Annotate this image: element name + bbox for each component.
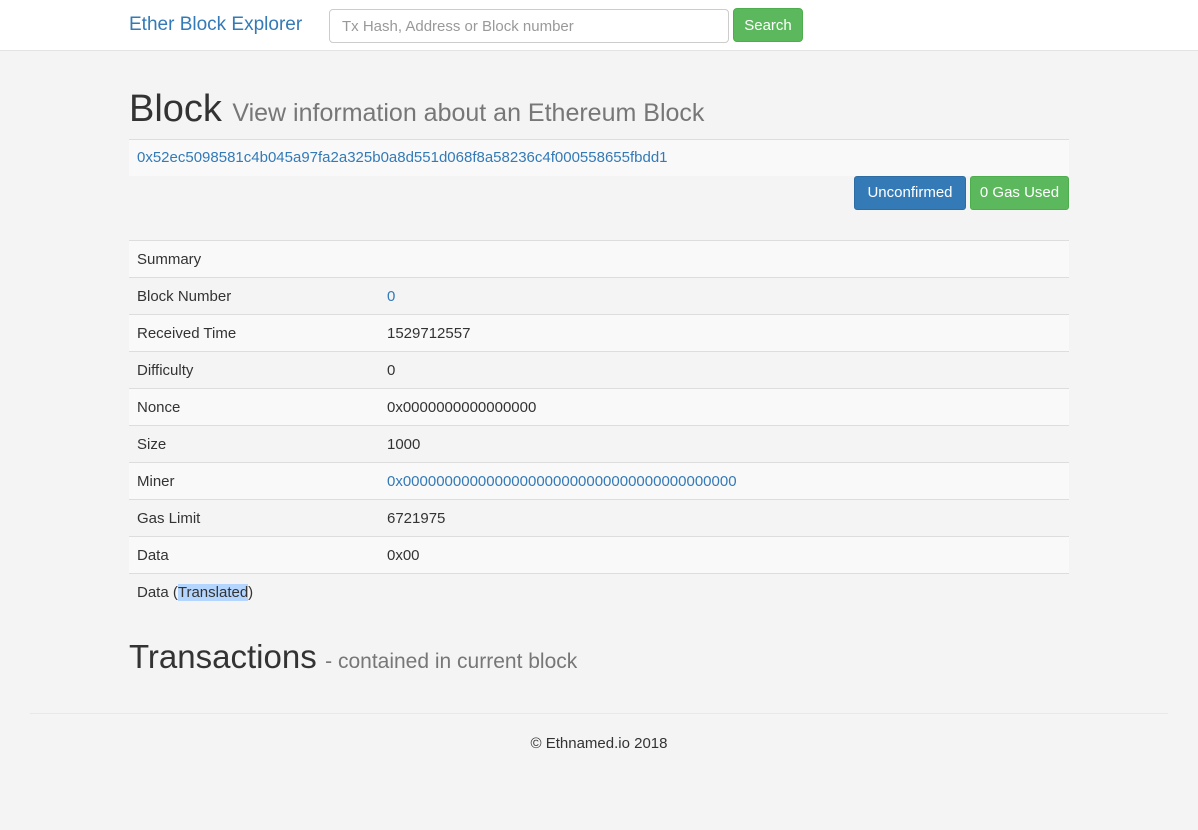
block-hash-link[interactable]: 0x52ec5098581c4b045a97fa2a325b0a8d551d06… bbox=[137, 149, 668, 166]
table-row: Nonce 0x0000000000000000 bbox=[129, 388, 1069, 426]
table-row: Gas Limit 6721975 bbox=[129, 499, 1069, 537]
data-translated-prefix: Data ( bbox=[137, 583, 178, 601]
footer-copyright: © Ethnamed.io 2018 bbox=[530, 735, 668, 752]
page-title: Block bbox=[129, 88, 222, 130]
page-subtitle: View information about an Ethereum Block bbox=[232, 99, 705, 127]
block-number-link[interactable]: 0 bbox=[387, 288, 395, 305]
row-label: Size bbox=[129, 425, 379, 463]
row-label: Nonce bbox=[129, 388, 379, 426]
summary-heading: Summary bbox=[129, 240, 1069, 278]
top-navbar: Ether Block Explorer Search bbox=[0, 0, 1198, 51]
table-row: Miner 0x00000000000000000000000000000000… bbox=[129, 462, 1069, 500]
difficulty-value: 0 bbox=[379, 351, 1069, 389]
data-translated-suffix: ) bbox=[248, 583, 254, 601]
row-label: Difficulty bbox=[129, 351, 379, 389]
table-row: Data 0x00 bbox=[129, 536, 1069, 574]
selected-text-translated[interactable]: Translated bbox=[177, 583, 249, 601]
block-info-table: Summary Block Number 0 Received Time 152… bbox=[129, 240, 1069, 611]
transactions-title: Transactions bbox=[129, 638, 317, 675]
block-hash-bar: 0x52ec5098581c4b045a97fa2a325b0a8d551d06… bbox=[129, 139, 1069, 176]
row-label: Received Time bbox=[129, 314, 379, 352]
row-label: Miner bbox=[129, 462, 379, 500]
transactions-header: Transactions - contained in current bloc… bbox=[129, 638, 577, 676]
row-label: Data bbox=[129, 536, 379, 574]
search-button[interactable]: Search bbox=[733, 8, 803, 42]
table-row: Received Time 1529712557 bbox=[129, 314, 1069, 352]
search-input[interactable] bbox=[329, 9, 729, 43]
gas-limit-value: 6721975 bbox=[379, 499, 1069, 537]
row-label: Block Number bbox=[129, 277, 379, 315]
page-header: Block View information about an Ethereum… bbox=[129, 88, 704, 131]
table-row: Size 1000 bbox=[129, 425, 1069, 463]
row-label: Gas Limit bbox=[129, 499, 379, 537]
table-row: Difficulty 0 bbox=[129, 351, 1069, 389]
data-translated-label: Data (Translated) bbox=[129, 573, 1069, 611]
data-value: 0x00 bbox=[379, 536, 1069, 574]
miner-address-link[interactable]: 0x00000000000000000000000000000000000000… bbox=[387, 473, 737, 490]
received-time-value: 1529712557 bbox=[379, 314, 1069, 352]
brand-link[interactable]: Ether Block Explorer bbox=[129, 14, 302, 36]
unconfirmed-status-button[interactable]: Unconfirmed bbox=[854, 176, 966, 210]
transactions-subtitle: - contained in current block bbox=[325, 650, 578, 673]
nonce-value: 0x0000000000000000 bbox=[379, 388, 1069, 426]
footer-divider bbox=[30, 713, 1168, 714]
size-value: 1000 bbox=[379, 425, 1069, 463]
gas-used-button[interactable]: 0 Gas Used bbox=[970, 176, 1069, 210]
table-row-data-translated: Data (Translated) bbox=[129, 573, 1069, 611]
table-row-summary: Summary bbox=[129, 240, 1069, 278]
table-row: Block Number 0 bbox=[129, 277, 1069, 315]
